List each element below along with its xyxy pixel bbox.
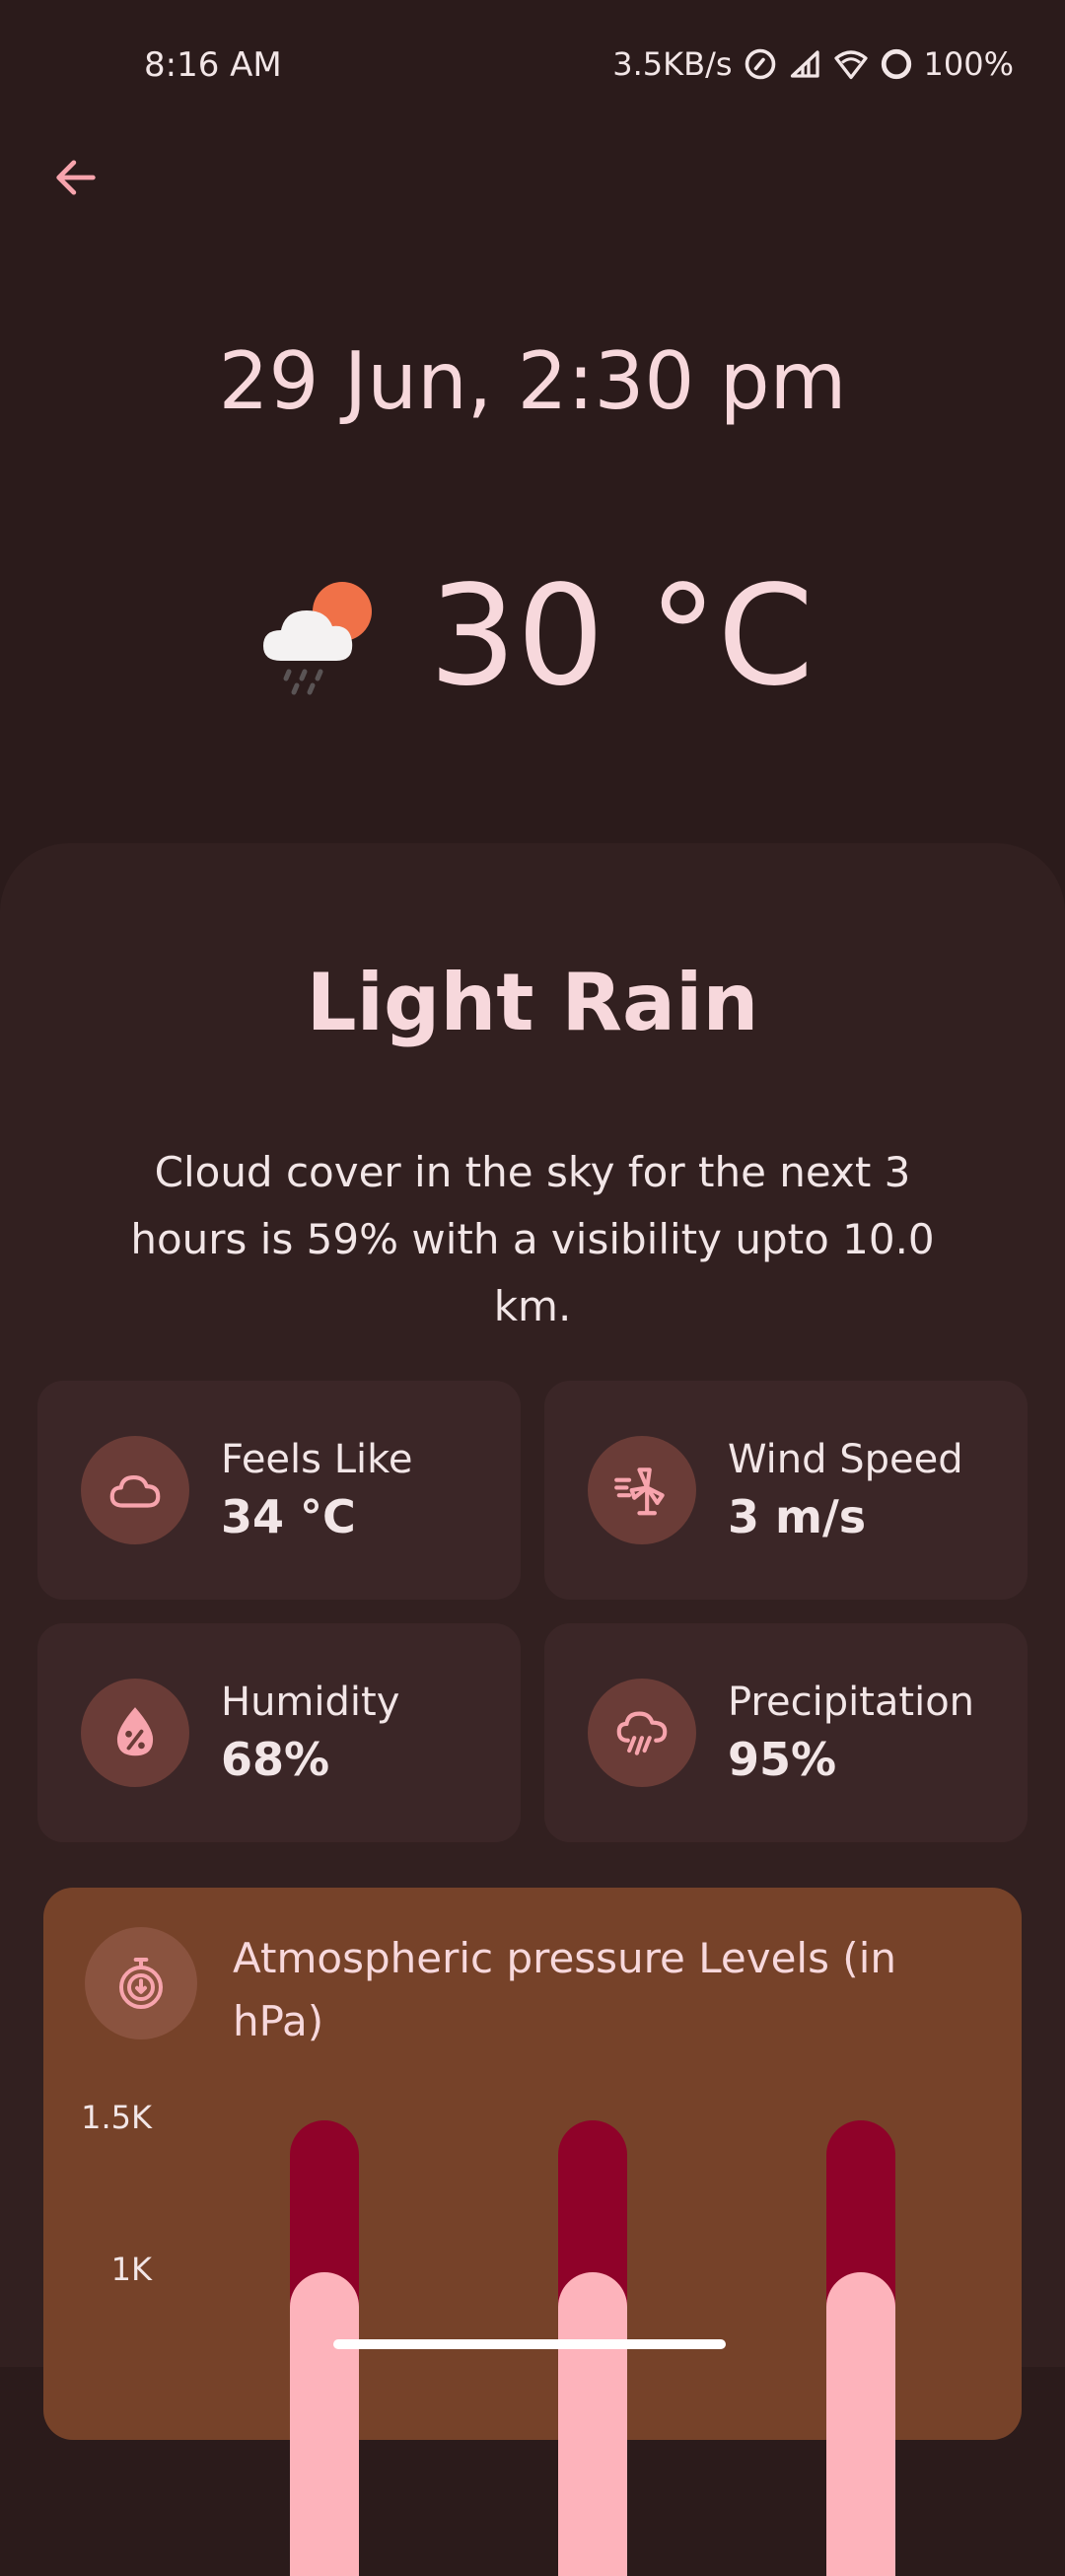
current-weather: 30 °C <box>0 552 1065 720</box>
forecast-datetime: 29 Jun, 2:30 pm <box>218 335 847 427</box>
wind-speed-icon-circle <box>588 1436 696 1544</box>
status-icons: 3.5KB/s 100% <box>612 45 1014 83</box>
feels-like-card: Feels Like 34 °C <box>37 1381 521 1600</box>
precipitation-icon-circle <box>588 1679 696 1787</box>
battery-icon <box>881 48 911 80</box>
y-tick-label: 1K <box>110 2251 152 2288</box>
humidity-card: Humidity 68% <box>37 1623 521 1842</box>
cloud-sun-rain-icon <box>262 582 372 695</box>
arrow-left-icon <box>56 160 96 195</box>
weather-description: Cloud cover in the sky for the next 3 ho… <box>130 1148 935 1330</box>
battery-level: 100% <box>923 45 1014 83</box>
humidity-label: Humidity <box>221 1680 400 1725</box>
pressure-chart-title: Atmospheric pressure Levels (in hPa) <box>233 1934 896 2045</box>
back-button[interactable] <box>41 138 110 217</box>
wind-speed-card: Wind Speed 3 m/s <box>544 1381 1028 1600</box>
cloud-icon <box>109 1475 161 1508</box>
humidity-value: 68% <box>221 1733 330 1786</box>
precipitation-card: Precipitation 95% <box>544 1623 1028 1842</box>
wind-speed-value: 3 m/s <box>728 1490 867 1543</box>
feels-like-value: 34 °C <box>221 1490 356 1543</box>
feels-like-label: Feels Like <box>221 1437 413 1482</box>
windmill-icon <box>614 1467 665 1516</box>
precipitation-label: Precipitation <box>728 1680 975 1725</box>
status-time: 8:16 AM <box>144 45 282 85</box>
alarm-icon <box>745 48 775 80</box>
pressure-icon-circle <box>85 1927 197 2039</box>
current-temperature: 30 °C <box>428 555 815 717</box>
rain-cloud-icon <box>616 1711 668 1755</box>
network-speed: 3.5KB/s <box>612 45 733 83</box>
water-drop-percent-icon <box>116 1707 154 1756</box>
precipitation-value: 95% <box>728 1733 837 1786</box>
signal-icon <box>790 50 819 78</box>
wifi-icon <box>833 50 868 80</box>
wind-speed-label: Wind Speed <box>728 1437 963 1482</box>
pressure-bar <box>290 2272 359 2576</box>
feels-like-icon-circle <box>81 1436 189 1544</box>
pressure-chart-card: Atmospheric pressure Levels (in hPa) 1.5… <box>43 1888 1022 2576</box>
pressure-gauge-icon <box>119 1958 163 2009</box>
status-bar: 8:16 AM 3.5KB/s 100% <box>0 0 1065 138</box>
pressure-bar <box>558 2272 627 2576</box>
y-tick-label: 1.5K <box>81 2099 152 2136</box>
home-indicator[interactable] <box>333 2339 726 2349</box>
humidity-icon-circle <box>81 1679 189 1787</box>
weather-condition: Light Rain <box>306 957 759 1048</box>
pressure-bar <box>826 2272 895 2576</box>
